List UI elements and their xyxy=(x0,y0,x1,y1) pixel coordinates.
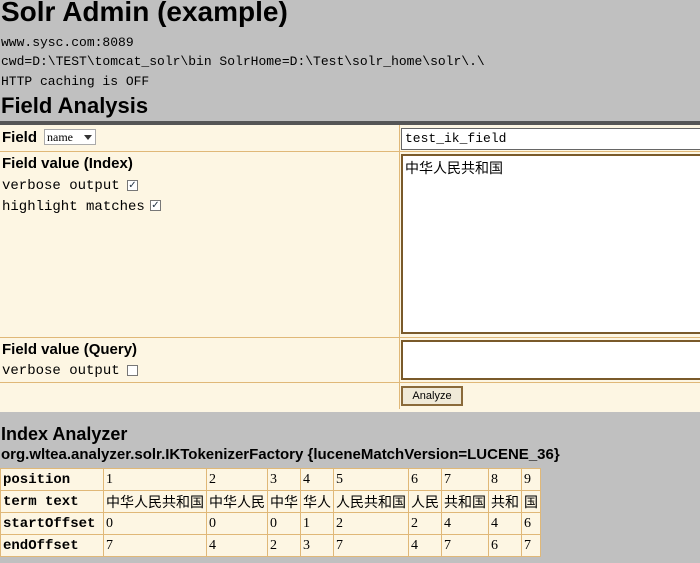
index-value-row: Field value (Index) verbose output ✓ hig… xyxy=(0,152,700,338)
token-start-offset: 4 xyxy=(488,512,522,535)
token-term: 华人 xyxy=(300,490,334,513)
row-header-start-offset: startOffset xyxy=(0,512,104,535)
token-end-offset: 2 xyxy=(267,534,301,557)
query-verbose-checkbox[interactable] xyxy=(127,365,138,376)
caching-status: HTTP caching is OFF xyxy=(1,74,150,89)
token-position: 1 xyxy=(103,468,207,491)
host-text: www.sysc.com:8089 xyxy=(1,35,134,50)
token-end-offset: 7 xyxy=(333,534,409,557)
chevron-down-icon xyxy=(84,135,92,140)
token-term: 共和国 xyxy=(441,490,489,513)
highlight-label: highlight matches xyxy=(2,199,145,215)
query-verbose-label: verbose output xyxy=(2,363,120,379)
token-position: 2 xyxy=(206,468,268,491)
token-term: 国 xyxy=(521,490,541,513)
row-header-position: position xyxy=(0,468,104,491)
token-position: 4 xyxy=(300,468,334,491)
token-end-offset: 7 xyxy=(521,534,541,557)
position-row: position 1 2 3 4 5 6 7 8 9 xyxy=(0,468,541,491)
token-term: 中华 xyxy=(267,490,301,513)
field-label: Field xyxy=(2,129,38,146)
token-start-offset: 2 xyxy=(333,512,409,535)
token-start-offset: 0 xyxy=(206,512,268,535)
token-position: 6 xyxy=(408,468,442,491)
token-position: 5 xyxy=(333,468,409,491)
query-value-textarea[interactable] xyxy=(401,340,700,380)
token-start-offset: 2 xyxy=(408,512,442,535)
field-row: Field name test_ik_field xyxy=(0,125,700,152)
page-title: Solr Admin (example) xyxy=(1,0,288,27)
index-verbose-label: verbose output xyxy=(2,178,120,194)
token-position: 9 xyxy=(521,468,541,491)
token-term: 中华人民 xyxy=(206,490,268,513)
start-offset-row: startOffset 0 0 0 1 2 2 4 4 6 xyxy=(0,512,541,535)
analyze-button[interactable]: Analyze xyxy=(401,386,463,406)
term-text-row: term text 中华人民共和国 中华人民 中华 华人 人民共和国 人民 共和… xyxy=(0,490,541,513)
row-header-term-text: term text xyxy=(0,490,104,513)
submit-row: Analyze xyxy=(0,383,700,409)
token-start-offset: 6 xyxy=(521,512,541,535)
token-end-offset: 3 xyxy=(300,534,334,557)
token-start-offset: 4 xyxy=(441,512,489,535)
token-end-offset: 7 xyxy=(441,534,489,557)
token-end-offset: 4 xyxy=(408,534,442,557)
field-name-input[interactable]: test_ik_field xyxy=(401,128,700,150)
cwd-text: cwd=D:\TEST\tomcat_solr\bin SolrHome=D:\… xyxy=(1,54,485,69)
token-end-offset: 7 xyxy=(103,534,207,557)
index-analyzer-title: Index Analyzer xyxy=(1,424,128,444)
token-position: 3 xyxy=(267,468,301,491)
highlight-checkbox[interactable]: ✓ xyxy=(150,200,161,211)
token-position: 8 xyxy=(488,468,522,491)
section-title: Field Analysis xyxy=(1,93,149,118)
token-term: 中华人民共和国 xyxy=(103,490,207,513)
query-value-row: Field value (Query) verbose output xyxy=(0,338,700,383)
token-table: position 1 2 3 4 5 6 7 8 9 term text 中华人… xyxy=(0,468,541,557)
analysis-form: Field name test_ik_field Field value (In… xyxy=(0,121,700,412)
field-type-selected: name xyxy=(47,130,73,144)
token-end-offset: 6 xyxy=(488,534,522,557)
end-offset-row: endOffset 7 4 2 3 7 4 7 6 7 xyxy=(0,534,541,557)
token-start-offset: 1 xyxy=(300,512,334,535)
token-term: 人民共和国 xyxy=(333,490,409,513)
token-end-offset: 4 xyxy=(206,534,268,557)
index-verbose-checkbox[interactable]: ✓ xyxy=(127,180,138,191)
token-start-offset: 0 xyxy=(103,512,207,535)
field-type-select[interactable]: name xyxy=(44,129,96,145)
token-start-offset: 0 xyxy=(267,512,301,535)
query-value-label: Field value (Query) xyxy=(2,341,138,358)
index-value-textarea[interactable]: 中华人民共和国 xyxy=(401,154,700,334)
token-position: 7 xyxy=(441,468,489,491)
token-term: 人民 xyxy=(408,490,442,513)
row-header-end-offset: endOffset xyxy=(0,534,104,557)
tokenizer-name: org.wltea.analyzer.solr.IKTokenizerFacto… xyxy=(1,446,560,463)
token-term: 共和 xyxy=(488,490,522,513)
index-value-label: Field value (Index) xyxy=(2,155,133,172)
